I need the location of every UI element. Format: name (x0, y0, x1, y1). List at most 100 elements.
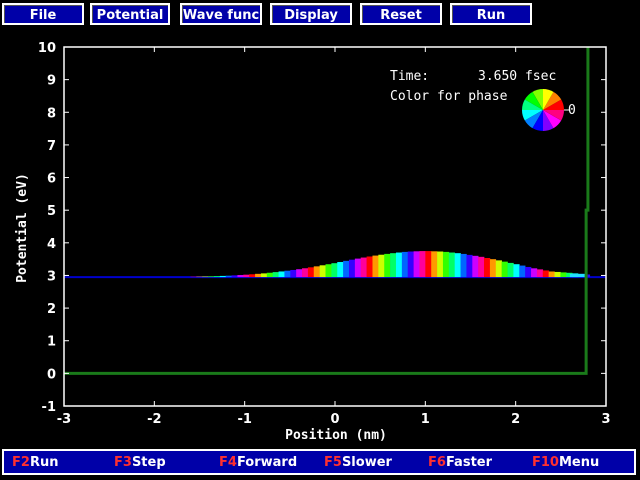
wave-phase-bar (425, 251, 432, 278)
wave-phase-bar (307, 267, 315, 278)
wave-phase-bar (349, 259, 356, 278)
wave-phase-bar (225, 275, 232, 278)
wave-phase-bar (501, 261, 508, 278)
menu-wave-func-button[interactable]: Wave func (180, 3, 262, 25)
menu-file-button[interactable]: File (2, 3, 84, 25)
wave-phase-bar (255, 273, 262, 278)
potential-line (64, 47, 590, 375)
wave-phase-bar (354, 258, 362, 278)
wave-phase-bar (302, 268, 309, 278)
wave-phase-bar (272, 272, 279, 278)
f3-label: Step (131, 455, 166, 470)
wave-phase-bar (542, 270, 549, 278)
wave-phase-bar (337, 262, 344, 278)
wave-phase-bar (495, 260, 502, 278)
wave-phase-bar (372, 255, 379, 278)
tick-labels: -3 -2 -1 0 1 2 3 -1 0 1 2 3 4 5 6 7 8 9 10 (38, 41, 611, 427)
wave-packet-layer (64, 251, 606, 279)
f6-faster-shortcut[interactable]: F6Faster (428, 455, 492, 470)
x-tick-label: 0 (330, 412, 339, 427)
y-tick-label: 1 (47, 335, 56, 350)
x-tick-label: -3 (57, 412, 71, 427)
wave-phase-bar (448, 252, 455, 278)
wave-phase-bar (407, 251, 414, 278)
wave-phase-bar (213, 276, 221, 278)
time-label: Time: (390, 69, 429, 84)
wave-phase-bar (366, 256, 373, 278)
y-tick-label: 0 (47, 367, 56, 382)
wave-phase-bar (237, 275, 244, 278)
wave-phase-bar (478, 256, 485, 278)
wave-phase-bar (454, 253, 461, 278)
x-tick-label: -1 (237, 412, 251, 427)
wave-phase-bar (466, 254, 473, 278)
menu-run-button[interactable]: Run (450, 3, 532, 25)
f4-key: F4 (219, 455, 237, 470)
f2-key: F2 (12, 455, 30, 470)
f6-key: F6 (428, 455, 446, 470)
time-value: 3.650 fsec (478, 69, 556, 84)
y-tick-label: 9 (47, 74, 56, 89)
potential-layer (64, 47, 590, 375)
wave-phase-bar (554, 271, 561, 278)
f3-step-shortcut[interactable]: F3Step (114, 455, 166, 470)
wave-phase-bar (384, 253, 391, 278)
wave-phase-bar (525, 266, 532, 278)
wave-phase-bar (395, 252, 403, 278)
y-tick-label: 4 (47, 237, 56, 252)
wave-phase-bar (249, 274, 256, 278)
wave-phase-bar (531, 268, 538, 278)
wave-phase-bar (378, 254, 385, 278)
wave-phase-bar (513, 264, 520, 278)
wave-phase-bar (560, 272, 567, 278)
f5-label: Slower (341, 455, 392, 470)
y-tick-label: 7 (47, 139, 56, 154)
wave-phase-bar (325, 264, 332, 278)
f4-label: Forward (236, 455, 298, 470)
y-tick-label: 6 (47, 172, 56, 187)
y-tick-label: 2 (47, 302, 56, 317)
wave-phase-bar (442, 251, 450, 278)
wave-phase-bar (313, 266, 320, 278)
f10-label: Menu (558, 455, 600, 470)
y-tick-label: 5 (47, 204, 56, 219)
wave-phase-bar (548, 271, 555, 278)
x-axis-label: Position (nm) (285, 428, 387, 443)
wave-phase-bar (202, 276, 209, 278)
f4-forward-shortcut[interactable]: F4Forward (219, 455, 297, 470)
wave-phase-bar (484, 258, 491, 278)
y-tick-label: 10 (38, 41, 56, 56)
menu-bar: File Potential Wave func Display Reset R… (0, 0, 640, 30)
wave-phase-bar (460, 253, 467, 278)
x-tick-label: 3 (601, 412, 610, 427)
wave-phase-bar (489, 259, 497, 278)
wave-phase-bar (219, 275, 226, 278)
wave-phase-bar (296, 269, 303, 278)
potential-plot: -3 -2 -1 0 1 2 3 -1 0 1 2 3 4 5 6 7 8 9 10 Position (nm) P… (15, 41, 611, 443)
menu-potential-button[interactable]: Potential (90, 3, 170, 25)
wave-phase-bar (419, 251, 426, 278)
wave-tail-bar (569, 273, 587, 278)
wave-phase-bar (208, 276, 215, 278)
wave-phase-bar (266, 272, 273, 278)
f5-slower-shortcut[interactable]: F5Slower (324, 455, 392, 470)
f10-menu-shortcut[interactable]: F10Menu (532, 455, 599, 470)
wave-phase-bar (319, 265, 326, 278)
wave-phase-bar (260, 273, 268, 278)
wave-phase-bar (472, 255, 479, 278)
menu-display-button[interactable]: Display (270, 3, 352, 25)
f3-key: F3 (114, 455, 132, 470)
function-key-bar: F2Run F3Step F4Forward F5Slower F6Faster… (2, 449, 636, 475)
f2-run-shortcut[interactable]: F2Run (12, 455, 58, 470)
f6-label: Faster (445, 455, 493, 470)
phase-zero-label: 0 (568, 103, 576, 118)
x-tick-label: 2 (511, 412, 520, 427)
wave-phase-bar (507, 262, 514, 278)
y-tick-label: -1 (42, 400, 56, 415)
wave-phase-bar (431, 251, 438, 278)
menu-reset-button[interactable]: Reset (360, 3, 442, 25)
f5-key: F5 (324, 455, 342, 470)
wave-phase-bar (243, 274, 250, 278)
wave-phase-bar (390, 253, 397, 278)
wave-phase-bar (343, 260, 350, 278)
